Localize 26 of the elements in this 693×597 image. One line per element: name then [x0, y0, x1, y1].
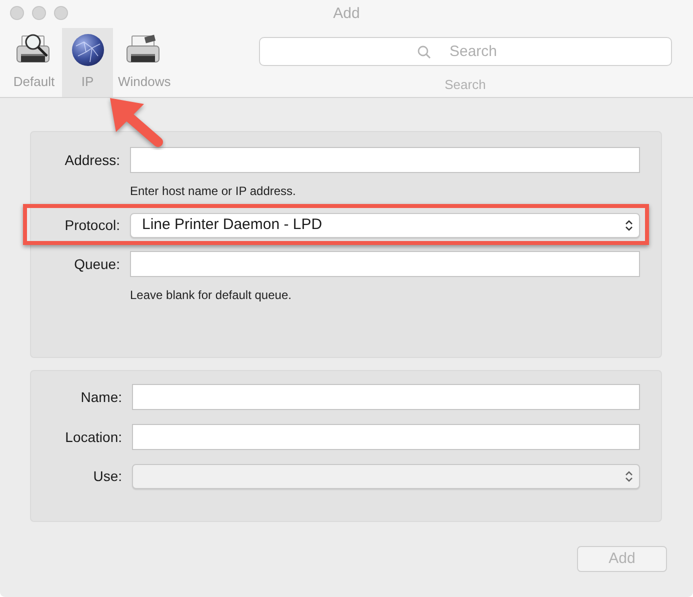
- field-label: Protocol:: [64, 216, 120, 235]
- text-field[interactable]: [130, 147, 640, 173]
- text-field[interactable]: [132, 424, 640, 450]
- stepper-icon: [625, 219, 633, 232]
- text-field[interactable]: [130, 251, 640, 277]
- window-control[interactable]: [54, 6, 68, 20]
- field-label: Address:: [64, 150, 120, 170]
- search-label: Search: [444, 76, 486, 94]
- window-title: Add: [333, 4, 360, 24]
- field-label: Name:: [80, 388, 122, 406]
- toolbar-tab[interactable]: Windows: [115, 28, 174, 97]
- globe-icon: [70, 32, 106, 68]
- hint-text: Enter host name or IP address.: [130, 183, 296, 200]
- toolbar-tab[interactable]: Default: [8, 28, 60, 97]
- window-control[interactable]: [32, 6, 46, 20]
- window-control[interactable]: [10, 6, 24, 20]
- hint-text: Leave blank for default queue.: [130, 287, 292, 304]
- stepper-icon: [625, 470, 633, 483]
- toolbar-tab[interactable]: IP: [62, 28, 113, 97]
- popup-menu[interactable]: Line Printer Daemon - LPD: [130, 213, 640, 238]
- field-label: Location:: [64, 428, 122, 446]
- search-field[interactable]: Search: [258, 37, 672, 66]
- field-label: Use:: [92, 467, 122, 486]
- search-icon: [416, 45, 431, 59]
- field-label: Queue:: [73, 254, 120, 274]
- text-field[interactable]: [132, 384, 640, 410]
